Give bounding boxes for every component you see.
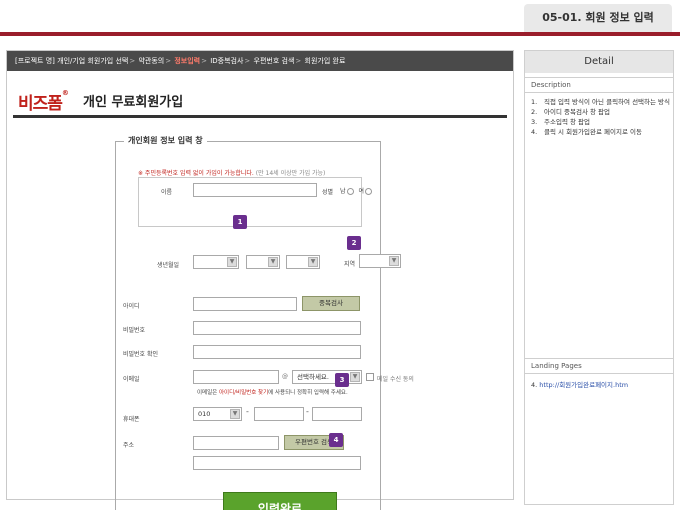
breadcrumb-step[interactable]: 회원가입 완료 bbox=[305, 57, 346, 65]
breadcrumb-separator: > bbox=[244, 57, 251, 65]
notice-text: ※ 주민등록번호 입력 없이 가입이 가능합니다. bbox=[138, 170, 254, 177]
duplicate-check-button[interactable]: 중복검사 bbox=[302, 296, 360, 311]
description-title: Description bbox=[525, 77, 673, 93]
breadcrumb-separator: > bbox=[129, 57, 136, 65]
email-hint: 이메일은 아이디/비밀번호 찾기에 사용되니 정확히 입력해 주세요. bbox=[197, 388, 348, 396]
phone-middle-input[interactable] bbox=[254, 407, 304, 421]
address-detail-input[interactable] bbox=[193, 456, 361, 470]
email-receive-checkbox[interactable] bbox=[366, 373, 374, 381]
email-hint-suffix: 에 사용되니 정확히 입력해 주세요. bbox=[268, 390, 348, 396]
birth-year-select[interactable]: ▼ bbox=[193, 255, 239, 269]
gender-female-radio[interactable] bbox=[364, 188, 372, 195]
description-list: 1. 직접 입력 방식이 아닌 클릭하여 선택하는 방식 2. 아이디 중복검사 창… bbox=[531, 97, 671, 137]
annotation-marker: 4 bbox=[329, 433, 343, 447]
description-item: 3. 주소입력 창 팝업 bbox=[531, 118, 590, 126]
zipcode-input[interactable] bbox=[193, 436, 279, 450]
gender-options: 남 여 bbox=[340, 186, 372, 195]
password-confirm-label: 비밀번호 확인 bbox=[123, 351, 159, 358]
password-input[interactable] bbox=[193, 321, 361, 335]
signup-notice: ※ 주민등록번호 입력 없이 가입이 가능합니다. (만 14세 이상만 가입 … bbox=[138, 168, 325, 177]
phone-prefix-value: 010 bbox=[198, 410, 211, 418]
name-input[interactable] bbox=[193, 183, 317, 197]
phone-separator: - bbox=[306, 407, 309, 416]
birth-label: 생년월일 bbox=[157, 262, 180, 269]
notice-subtext: (만 14세 이상만 가입 가능) bbox=[255, 170, 326, 177]
page-id-tab: 05-01. 회원 정보 입력 bbox=[524, 4, 672, 32]
page-title: 개인 무료회원가입 bbox=[83, 95, 184, 110]
chevron-down-icon: ▼ bbox=[389, 256, 399, 266]
fieldset-legend: 개인회원 정보 입력 창 bbox=[124, 135, 207, 146]
gender-label: 성별 bbox=[322, 189, 334, 196]
landing-page-item: 4. http://회원가입완료페이지.htm bbox=[531, 379, 628, 389]
detail-header: Detail bbox=[525, 51, 673, 73]
phone-last-input[interactable] bbox=[312, 407, 362, 421]
description-item: 1. 직접 입력 방식이 아닌 클릭하여 선택하는 방식 bbox=[531, 98, 671, 106]
name-label: 이름 bbox=[161, 189, 173, 196]
breadcrumb-step[interactable]: ID중복검사 bbox=[210, 57, 243, 65]
description-item: 4. 클릭 시 회원가입완료 페이지로 이동 bbox=[531, 128, 642, 136]
landing-pages-title: Landing Pages bbox=[525, 358, 673, 374]
landing-page-link[interactable]: http://회원가입완료페이지.htm bbox=[539, 381, 628, 389]
phone-separator: - bbox=[246, 407, 249, 416]
breadcrumb-project: [프로젝트 명] bbox=[15, 57, 55, 65]
password-confirm-input[interactable] bbox=[193, 345, 361, 359]
chevron-down-icon: ▼ bbox=[268, 257, 278, 267]
logo-registered-mark: ® bbox=[61, 89, 69, 97]
address-label: 주소 bbox=[123, 442, 135, 449]
chevron-down-icon: ▼ bbox=[227, 257, 237, 267]
breadcrumb-separator: > bbox=[165, 57, 172, 65]
email-domain-value: 선택하세요. bbox=[297, 373, 329, 381]
breadcrumb-step[interactable]: 개인/기업 회원가입 선택 bbox=[57, 57, 128, 65]
region-select[interactable]: ▼ bbox=[359, 254, 401, 268]
email-at-sign: @ bbox=[282, 373, 288, 380]
birth-day-select[interactable]: ▼ bbox=[286, 255, 320, 269]
breadcrumb-separator: > bbox=[201, 57, 207, 65]
signup-fieldset: 개인회원 정보 입력 창 ※ 주민등록번호 입력 없이 가입이 가능합니다. (… bbox=[115, 135, 414, 510]
birth-month-select[interactable]: ▼ bbox=[246, 255, 280, 269]
breadcrumb-step[interactable]: 우편번호 검색 bbox=[254, 57, 295, 65]
annotation-marker: 1 bbox=[233, 215, 247, 229]
content-frame: [프로젝트 명] 개인/기업 회원가입 선택> 약관동의> 정보입력> ID중복… bbox=[6, 50, 514, 510]
phone-label: 휴대폰 bbox=[123, 416, 140, 423]
gender-female-label: 여 bbox=[358, 188, 364, 195]
email-hint-emphasis: 아이디/비밀번호 찾기 bbox=[219, 390, 269, 396]
description-item: 2. 아이디 중복검사 창 팝업 bbox=[531, 108, 610, 116]
breadcrumb: [프로젝트 명] 개인/기업 회원가입 선택> 약관동의> 정보입력> ID중복… bbox=[7, 51, 513, 71]
phone-prefix-select[interactable]: 010 ▼ bbox=[193, 407, 242, 421]
logo-text: 비즈폼 bbox=[18, 94, 63, 114]
id-label: 아이디 bbox=[123, 303, 140, 310]
detail-panel: Detail Description 1. 직접 입력 방식이 아닌 클릭하여 선… bbox=[524, 50, 674, 505]
id-input[interactable] bbox=[193, 297, 297, 311]
region-label: 지역 bbox=[344, 261, 356, 268]
breadcrumb-separator: > bbox=[295, 57, 302, 65]
gender-male-radio[interactable] bbox=[346, 188, 354, 195]
title-divider bbox=[13, 115, 507, 118]
email-hint-prefix: 이메일은 bbox=[197, 390, 218, 396]
email-domain-select[interactable]: 선택하세요. ▼ bbox=[292, 370, 362, 384]
email-receive-label: 메일 수신 동의 bbox=[377, 376, 414, 383]
landing-item-number: 4. bbox=[531, 381, 538, 389]
annotation-marker: 3 bbox=[335, 373, 349, 387]
header-divider bbox=[0, 32, 680, 36]
gender-male-label: 남 bbox=[340, 188, 346, 195]
breadcrumb-step-active[interactable]: 정보입력 bbox=[174, 57, 200, 65]
email-label: 이메일 bbox=[123, 376, 140, 383]
chevron-down-icon: ▼ bbox=[350, 372, 360, 382]
password-label: 비밀번호 bbox=[123, 327, 146, 334]
brand-logo[interactable]: 비즈폼® bbox=[18, 89, 69, 114]
annotation-marker: 2 bbox=[347, 236, 361, 250]
chevron-down-icon: ▼ bbox=[308, 257, 318, 267]
chevron-down-icon: ▼ bbox=[230, 409, 240, 419]
breadcrumb-step[interactable]: 약관동의 bbox=[138, 57, 164, 65]
submit-button[interactable]: 입력완료 bbox=[223, 492, 337, 510]
email-id-input[interactable] bbox=[193, 370, 279, 384]
